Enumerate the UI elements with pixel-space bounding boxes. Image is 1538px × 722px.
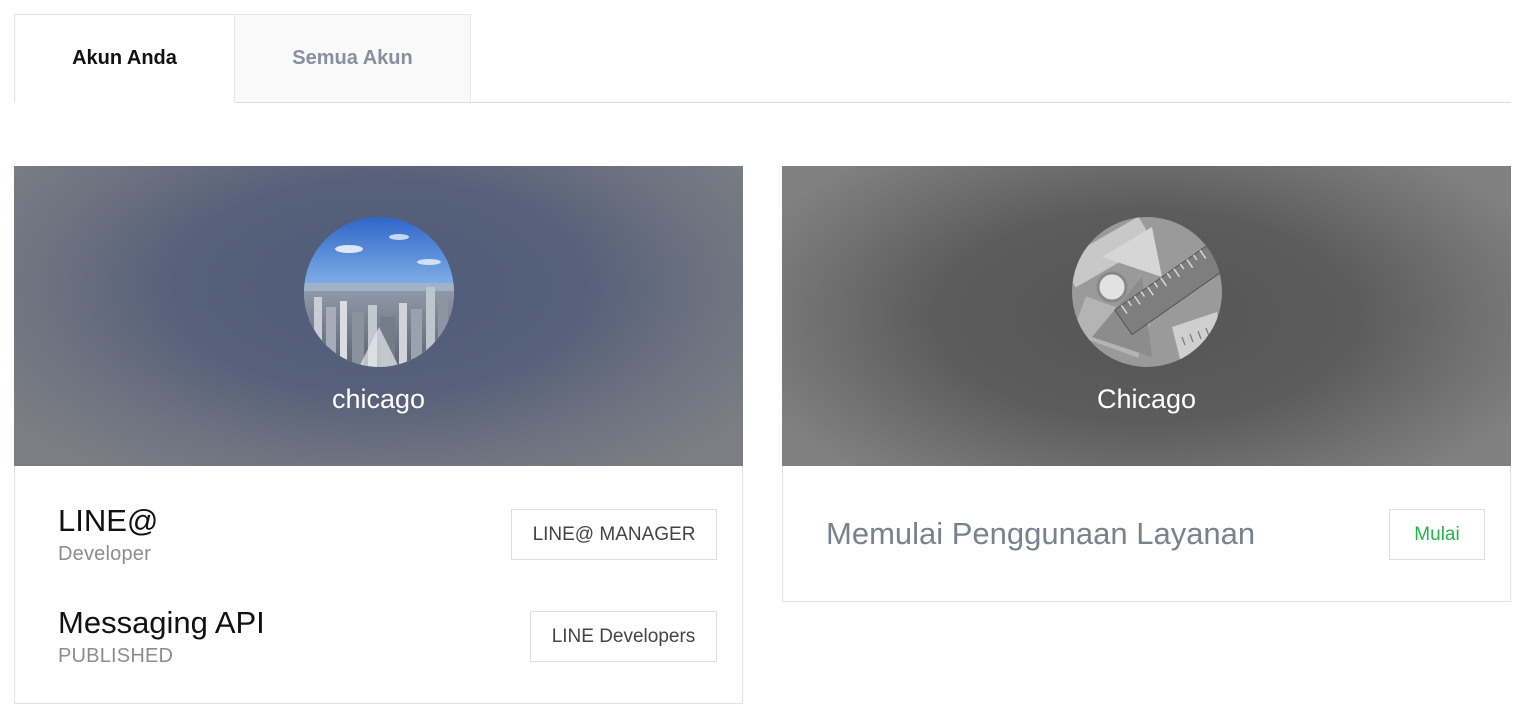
- account-avatar[interactable]: [304, 217, 454, 367]
- account-avatar[interactable]: [1072, 217, 1222, 367]
- service-subtitle-published: PUBLISHED: [58, 645, 174, 667]
- account-name: Chicago: [1096, 384, 1197, 414]
- account-banner: Chicago: [782, 166, 1511, 466]
- account-card-Chicago: Chicago Memulai Penggunaan Layanan Mulai: [782, 166, 1511, 602]
- service-subtitle-developer: Developer: [58, 543, 151, 565]
- account-card-chicago: chicago LINE@ Developer LINE@ MANAGER Me…: [14, 166, 743, 704]
- start-service-title: Memulai Penggunaan Layanan: [826, 516, 1256, 551]
- tab-semua-akun[interactable]: Semua Akun: [234, 14, 471, 102]
- line-at-manager-button[interactable]: LINE@ MANAGER: [511, 509, 717, 560]
- tab-akun-anda[interactable]: Akun Anda: [14, 14, 235, 103]
- account-tabs: Akun Anda Semua Akun: [14, 14, 1511, 103]
- start-button[interactable]: Mulai: [1389, 509, 1485, 560]
- account-banner: chicago: [14, 166, 743, 466]
- account-name: chicago: [331, 384, 426, 414]
- rulers-photo-icon: [1072, 217, 1222, 367]
- city-skyline-photo-icon: [304, 217, 454, 367]
- service-title-line-at: LINE@: [58, 503, 159, 538]
- line-developers-button[interactable]: LINE Developers: [530, 611, 717, 662]
- service-title-messaging-api: Messaging API: [58, 605, 265, 640]
